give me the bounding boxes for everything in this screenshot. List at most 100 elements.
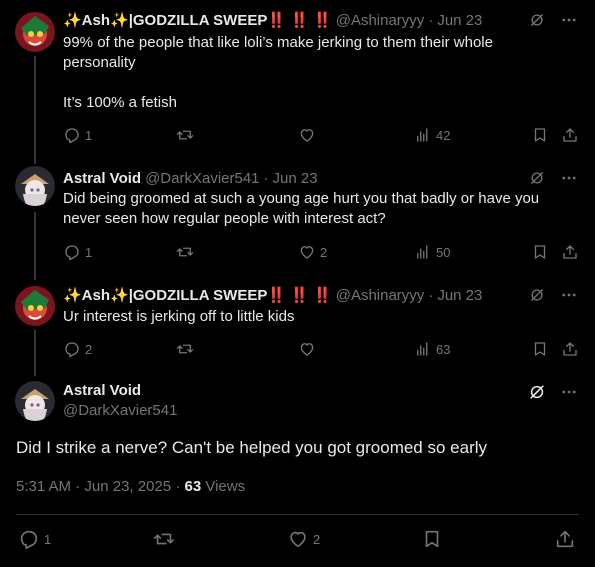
reply-button[interactable]: 1 <box>63 243 92 261</box>
views-count: 42 <box>436 127 451 143</box>
views-label: Views <box>205 478 246 495</box>
like-icon <box>298 126 316 144</box>
retweet-button[interactable] <box>153 528 175 550</box>
bookmark-button[interactable] <box>531 126 549 144</box>
retweet-button[interactable] <box>176 340 194 358</box>
reply-count: 1 <box>85 127 93 143</box>
reply-count: 1 <box>85 244 93 260</box>
header-actions <box>527 168 579 188</box>
display-name[interactable]: ✨Ash✨|GODZILLA SWEEP <box>63 286 267 304</box>
display-name[interactable]: ✨Ash✨|GODZILLA SWEEP <box>63 11 267 29</box>
share-icon <box>554 528 576 550</box>
tweet-text: Ur interest is jerking off to little kid… <box>63 308 295 325</box>
like-button[interactable] <box>298 126 316 144</box>
share-button[interactable] <box>561 243 579 261</box>
divider <box>16 514 579 515</box>
display-name[interactable]: Astral Void <box>63 382 141 399</box>
bookmark-button[interactable] <box>531 243 549 261</box>
views-icon <box>414 126 432 144</box>
views-icon <box>414 243 432 261</box>
reply-icon <box>63 243 81 261</box>
handle[interactable]: @DarkXavier541 <box>63 402 177 419</box>
views-icon <box>414 340 432 358</box>
views-count: 50 <box>436 244 451 260</box>
reply-button[interactable]: 1 <box>63 126 92 144</box>
views-count: 63 <box>184 478 202 495</box>
avatar[interactable] <box>15 381 55 421</box>
reply-icon <box>63 126 81 144</box>
avatar[interactable] <box>15 12 55 52</box>
tweet-header: ✨Ash✨|GODZILLA SWEEP ‼️ ‼️ ‼️ @Ashinaryy… <box>63 285 482 305</box>
separator: · <box>263 169 269 187</box>
retweet-icon <box>176 126 194 144</box>
like-count: 2 <box>313 531 321 547</box>
avatar[interactable] <box>15 286 55 326</box>
separator: · <box>175 478 181 495</box>
more-icon[interactable] <box>559 10 579 30</box>
grok-icon[interactable] <box>527 382 547 402</box>
more-icon[interactable] <box>559 382 579 402</box>
reply-button[interactable]: 1 <box>18 528 51 550</box>
header-actions <box>527 382 579 402</box>
grok-icon[interactable] <box>527 168 547 188</box>
tweet-actions: 1 2 <box>16 528 579 550</box>
bookmark-button[interactable] <box>531 340 549 358</box>
retweet-icon <box>176 340 194 358</box>
post-time[interactable]: 5:31 AM <box>16 478 71 495</box>
retweet-button[interactable] <box>176 243 194 261</box>
display-name[interactable]: Astral Void <box>63 170 141 187</box>
separator: · <box>428 286 434 304</box>
tweet-header: ✨Ash✨|GODZILLA SWEEP ‼️ ‼️ ‼️ @Ashinaryy… <box>63 10 482 30</box>
reply-icon <box>18 528 40 550</box>
like-icon <box>298 340 316 358</box>
header-actions <box>527 285 579 305</box>
header-actions <box>527 10 579 30</box>
tweet-actions: 1 42 <box>63 125 579 145</box>
avatar[interactable] <box>15 166 55 206</box>
views-count: 63 <box>436 341 451 357</box>
like-button[interactable]: 2 <box>298 243 327 261</box>
tweet-text: 99% of the people that like loli’s make … <box>63 34 493 111</box>
thread-line <box>34 212 36 280</box>
thread-line <box>34 330 36 376</box>
retweet-icon <box>153 528 175 550</box>
emphasis-emoji: ‼️ ‼️ ‼️ <box>267 287 332 304</box>
retweet-icon <box>176 243 194 261</box>
separator: · <box>75 478 81 495</box>
timestamp[interactable]: Jun 23 <box>273 170 318 187</box>
handle[interactable]: @Ashinaryyy <box>336 12 425 29</box>
reply-button[interactable]: 2 <box>63 340 92 358</box>
like-icon <box>298 243 316 261</box>
separator: · <box>428 11 434 29</box>
share-button[interactable] <box>561 340 579 358</box>
timestamp[interactable]: Jun 23 <box>437 12 482 29</box>
share-button[interactable] <box>554 528 576 550</box>
reply-count: 1 <box>44 531 52 547</box>
share-icon <box>561 340 579 358</box>
reply-icon <box>63 340 81 358</box>
tweet-text: Did I strike a nerve? Can't be helped yo… <box>16 438 488 457</box>
bookmark-button[interactable] <box>421 528 443 550</box>
like-button[interactable] <box>298 340 316 358</box>
handle[interactable]: @Ashinaryyy <box>336 287 425 304</box>
grok-icon[interactable] <box>527 285 547 305</box>
share-icon <box>561 126 579 144</box>
more-icon[interactable] <box>559 285 579 305</box>
retweet-button[interactable] <box>176 126 194 144</box>
timestamp[interactable]: Jun 23 <box>437 287 482 304</box>
bookmark-icon <box>531 243 549 261</box>
views-button[interactable]: 63 <box>414 340 450 358</box>
more-icon[interactable] <box>559 168 579 188</box>
post-date[interactable]: Jun 23, 2025 <box>84 478 171 495</box>
like-count: 2 <box>320 244 328 260</box>
tweet-actions: 1 2 50 <box>63 242 579 262</box>
views-button[interactable]: 42 <box>414 126 450 144</box>
tweet-text: Did being groomed at such a young age hu… <box>63 190 540 227</box>
share-button[interactable] <box>561 126 579 144</box>
like-button[interactable]: 2 <box>287 528 320 550</box>
handle[interactable]: @DarkXavier541 <box>145 170 259 187</box>
views-button[interactable]: 50 <box>414 243 450 261</box>
grok-icon[interactable] <box>527 10 547 30</box>
bookmark-icon <box>531 126 549 144</box>
bookmark-icon <box>421 528 443 550</box>
